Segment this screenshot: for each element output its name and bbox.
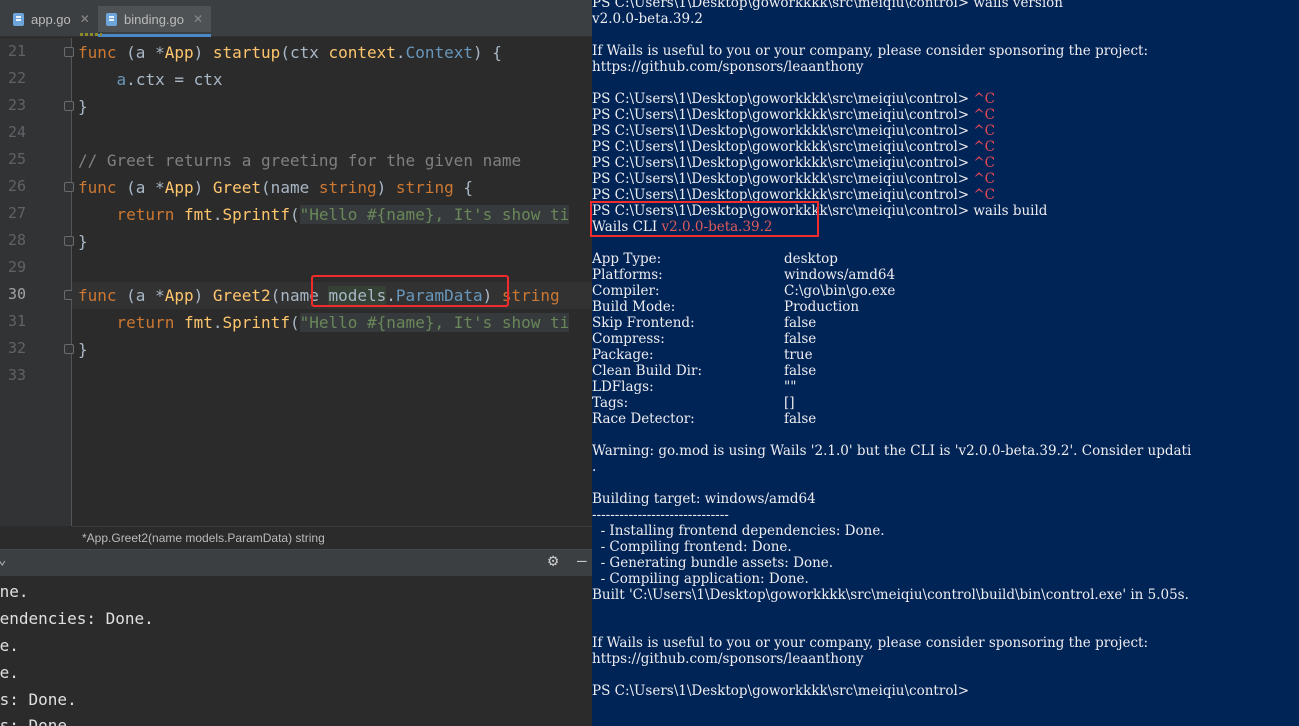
terminal-line-ctrl-c: PS C:\Users\1\Desktop\goworkkkk\src\meiq… [592,107,996,123]
line-number: 22 [8,69,27,87]
terminal-line: Clean Build Dir: [592,363,702,379]
code-line-28: } [78,232,88,251]
fold-marker-icon[interactable] [64,182,74,192]
run-output-line: pendencies: Done. [0,609,154,628]
run-output-line: ne. [0,636,19,655]
terminal-value: [] [784,395,795,411]
terminal-line: Platforms: [592,267,663,283]
code-line-31: return fmt.Sprintf("Hello #{name}, It's … [116,313,570,332]
chevron-down-icon[interactable]: ⌄ [0,552,6,568]
terminal-line-ctrl-c: PS C:\Users\1\Desktop\goworkkkk\src\meiq… [592,171,996,187]
terminal-line: - Generating bundle assets: Done. [592,555,834,571]
terminal-line: If Wails is useful to you or your compan… [592,635,1149,651]
terminal-line-ctrl-c: PS C:\Users\1\Desktop\goworkkkk\src\meiq… [592,155,996,171]
highlight-box-param-type [311,275,509,307]
fold-marker-icon[interactable] [64,101,74,111]
tab-binding-go[interactable]: binding.go ✕ [98,6,212,37]
line-number: 27 [8,204,27,222]
line-number: 32 [8,339,27,357]
terminal-line: Compress: [592,331,665,347]
tab-label: app.go [31,11,71,27]
terminal-value: true [784,347,813,363]
code-line-23: } [78,97,88,116]
code-line-27: return fmt.Sprintf("Hello #{name}, It's … [116,205,570,224]
terminal-line: Compiler: [592,283,660,299]
terminal-line-ctrl-c: PS C:\Users\1\Desktop\goworkkkk\src\meiq… [592,91,996,107]
terminal-value: Production [784,299,860,315]
editor-tab-bar: app.go ✕ binding.go ✕ [0,0,592,37]
terminal-line: PS C:\Users\1\Desktop\goworkkkk\src\meiq… [592,0,1063,11]
terminal-line: App Type: [592,251,662,267]
terminal-line: https://github.com/sponsors/leaanthony [592,651,864,667]
line-number-current: 30 [8,285,27,303]
go-file-icon [106,12,117,26]
line-number: 23 [8,96,27,114]
terminal-line: Package: [592,347,654,363]
run-output-line: ne. [0,663,19,682]
terminal-value: false [784,331,817,347]
line-number: 21 [8,42,27,60]
line-number: 31 [8,312,27,330]
signature-hint: *App.Greet2(name models.ParamData) strin… [72,526,592,548]
terminal-line: Skip Frontend: [592,315,695,331]
run-panel-header: ⌄ ⚙ — [0,550,592,576]
close-icon[interactable]: ✕ [80,12,90,26]
line-number-gutter: 21 22 23 24 25 26 27 28 29 30 31 32 33 [0,38,74,526]
tab-label: binding.go [124,11,184,27]
code-line-26: func (a *App) Greet(name string) string … [78,178,473,197]
terminal-line: - Installing frontend dependencies: Done… [592,523,885,539]
fold-marker-icon[interactable] [64,47,74,57]
minimize-icon[interactable]: — [577,551,587,570]
code-line-25-comment: // Greet returns a greeting for the give… [78,151,522,170]
run-output-line: ts: Done. [0,690,77,709]
terminal-line: Built 'C:\Users\1\Desktop\goworkkkk\src\… [592,587,1189,603]
line-number: 28 [8,231,27,249]
close-icon[interactable]: ✕ [193,12,203,26]
terminal-value: false [784,363,817,379]
gear-icon[interactable]: ⚙ [548,551,558,571]
terminal-line: ------------------------------ [592,507,729,523]
terminal-line: LDFlags: [592,379,654,395]
go-file-icon [13,12,24,26]
run-output-panel: ⌄ ⚙ — one. pendencies: Done. ne. ne. ts:… [0,549,592,726]
line-number: 33 [8,366,27,384]
terminal-line: v2.0.0-beta.39.2 [592,11,703,27]
terminal-line: Race Detector: [592,411,695,427]
terminal-line: - Compiling frontend: Done. [592,539,792,555]
terminal-prompt[interactable]: PS C:\Users\1\Desktop\goworkkkk\src\meiq… [592,683,969,699]
terminal-line: - Compiling application: Done. [592,571,809,587]
terminal-value: windows/amd64 [784,267,896,283]
terminal-line-ctrl-c: PS C:\Users\1\Desktop\goworkkkk\src\meiq… [592,139,996,155]
terminal-value: false [784,315,817,331]
code-line-32: } [78,340,88,359]
powershell-terminal[interactable]: PS C:\Users\1\Desktop\goworkkkk\src\meiq… [592,0,1299,726]
terminal-value: desktop [784,251,838,267]
terminal-line: . [592,459,597,475]
terminal-value: C:\go\bin\go.exe [784,283,896,299]
line-number: 25 [8,150,27,168]
fold-marker-icon[interactable] [64,344,74,354]
terminal-line-ctrl-c: PS C:\Users\1\Desktop\goworkkkk\src\meiq… [592,123,996,139]
line-number: 26 [8,177,27,195]
line-number: 24 [8,123,27,141]
run-output-line: one. [0,582,29,601]
code-line-22: a.ctx = ctx [116,70,223,89]
terminal-value: false [784,411,817,427]
line-number: 29 [8,258,27,276]
terminal-line: https://github.com/sponsors/leaanthony [592,59,864,75]
fold-marker-icon[interactable] [64,236,74,246]
warning-squiggle [80,33,102,36]
terminal-line: Building target: windows/amd64 [592,491,816,507]
terminal-line-warning: Warning: go.mod is using Wails '2.1.0' b… [592,443,1192,459]
tab-app-go[interactable]: app.go ✕ [5,6,98,32]
terminal-value: "" [784,379,797,395]
run-output-line: ts: Done. [0,716,77,726]
ide-window: app.go ✕ binding.go ✕ 21 22 23 24 25 26 … [0,0,592,726]
terminal-line: Build Mode: [592,299,676,315]
terminal-line: If Wails is useful to you or your compan… [592,43,1149,59]
terminal-line: Tags: [592,395,629,411]
highlight-box-cli-version [590,201,819,237]
code-line-21: func (a *App) startup(ctx context.Contex… [78,43,502,62]
